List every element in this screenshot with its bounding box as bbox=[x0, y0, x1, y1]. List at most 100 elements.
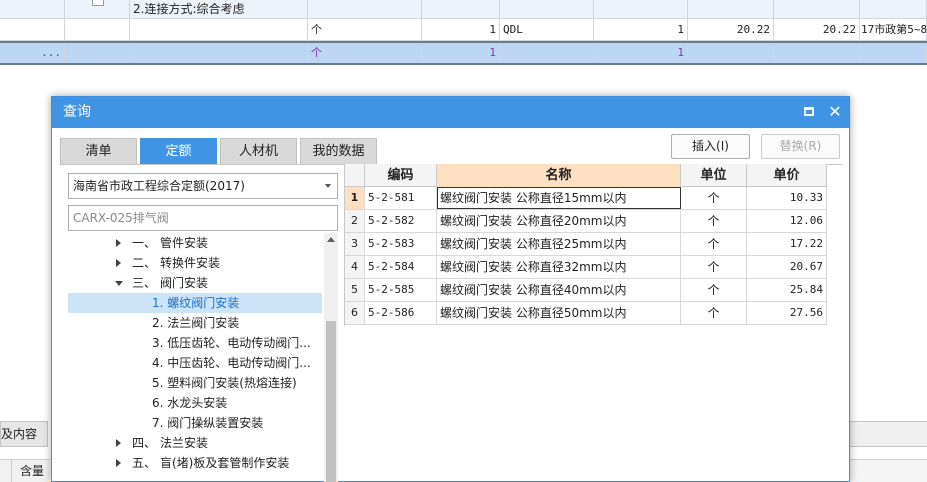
tree-node-label: 7. 阀门操纵装置安装 bbox=[152, 416, 264, 430]
maximize-icon[interactable] bbox=[804, 107, 814, 116]
row-unit[interactable]: 个 bbox=[681, 279, 747, 301]
row-name[interactable]: 螺纹阀门安装 公称直径40mm以内 bbox=[437, 279, 681, 301]
header-name[interactable]: 名称 bbox=[437, 164, 681, 187]
tree-node-low-pressure-valve[interactable]: 3. 低压齿轮、电动传动阀门... bbox=[68, 333, 322, 353]
row-name[interactable]: 螺纹阀门安装 公称直径32mm以内 bbox=[437, 256, 681, 278]
dialog-titlebar[interactable]: 查询 ✕ bbox=[52, 97, 849, 128]
bg-cell bbox=[500, 43, 594, 63]
tree-node-pipe-fittings[interactable]: 一、 管件安装 bbox=[68, 233, 322, 253]
replace-button[interactable]: 替换(R) bbox=[761, 134, 840, 159]
bg-cell bbox=[65, 19, 130, 40]
background-row[interactable]: 2.连接方式:综合考虑 bbox=[0, 0, 927, 19]
row-unit[interactable]: 个 bbox=[681, 302, 747, 324]
tab-my-data[interactable]: 我的数据 bbox=[300, 138, 377, 164]
row-code[interactable]: 5-2-583 bbox=[365, 233, 437, 255]
bg-note: 17市政第5~8 bbox=[860, 19, 927, 40]
row-unit[interactable]: 个 bbox=[681, 233, 747, 255]
bg-qty: 1 bbox=[422, 43, 500, 63]
row-price[interactable]: 25.84 bbox=[747, 279, 827, 301]
tree-node-valve-operator[interactable]: 7. 阀门操纵装置安装 bbox=[68, 413, 322, 433]
bg-dots[interactable]: ... bbox=[0, 43, 65, 63]
expand-icon[interactable] bbox=[116, 259, 121, 267]
tree-node-threaded-valve[interactable]: 1. 螺纹阀门安装 bbox=[68, 293, 322, 313]
bg-qty2: 1 bbox=[594, 43, 688, 63]
table-row[interactable]: 4 5-2-584 螺纹阀门安装 公称直径32mm以内 个 20.67 bbox=[345, 256, 827, 279]
row-unit[interactable]: 个 bbox=[681, 256, 747, 278]
tree-node-num: 一、 bbox=[132, 236, 157, 250]
row-code[interactable]: 5-2-582 bbox=[365, 210, 437, 232]
tab-labor-material[interactable]: 人材机 bbox=[220, 138, 297, 164]
row-name[interactable]: 螺纹阀门安装 公称直径15mm以内 bbox=[437, 187, 681, 209]
row-price[interactable]: 20.67 bbox=[747, 256, 827, 278]
row-code[interactable]: 5-2-581 bbox=[365, 187, 437, 209]
row-unit[interactable]: 个 bbox=[681, 210, 747, 232]
tab-bill[interactable]: 清单 bbox=[60, 138, 137, 164]
tree-node-valves[interactable]: 三、 阀门安装 bbox=[68, 273, 322, 293]
tree-node-label: 2. 法兰阀门安装 bbox=[152, 316, 240, 330]
row-price[interactable]: 27.56 bbox=[747, 302, 827, 324]
expand-icon[interactable] bbox=[116, 459, 121, 467]
bg-cell bbox=[774, 0, 860, 18]
quota-tree: 一、 管件安装 二、 转换件安装 三、 阀门安装 1. 螺纹阀门安装 2. 法兰… bbox=[68, 233, 324, 482]
tab-quota[interactable]: 定额 bbox=[140, 138, 217, 164]
tree-node-faucet[interactable]: 6. 水龙头安装 bbox=[68, 393, 322, 413]
close-icon[interactable]: ✕ bbox=[826, 101, 844, 123]
tree-node-flange[interactable]: 四、 法兰安装 bbox=[68, 433, 322, 453]
bottom-cell bbox=[0, 460, 12, 482]
header-rownum bbox=[345, 164, 365, 187]
row-code[interactable]: 5-2-584 bbox=[365, 256, 437, 278]
bg-cell bbox=[308, 0, 422, 18]
tree-node-converter[interactable]: 二、 转换件安装 bbox=[68, 253, 322, 273]
row-name[interactable]: 螺纹阀门安装 公称直径50mm以内 bbox=[437, 302, 681, 324]
query-dialog: 查询 ✕ 清单 定额 人材机 我的数据 插入(I) 替换(R) 海南省市政工程综… bbox=[51, 96, 850, 482]
table-row[interactable]: 3 5-2-583 螺纹阀门安装 公称直径25mm以内 个 17.22 bbox=[345, 233, 827, 256]
tree-node-num: 三、 bbox=[132, 276, 157, 290]
expand-icon[interactable] bbox=[116, 239, 121, 247]
row-price[interactable]: 17.22 bbox=[747, 233, 827, 255]
bg-price: 20.22 bbox=[688, 19, 774, 40]
bg-unit: 个 bbox=[308, 43, 422, 63]
bottom-header-row: 含量 bbox=[0, 459, 50, 482]
tree-scrollbar[interactable] bbox=[324, 233, 338, 482]
header-unit[interactable]: 单位 bbox=[681, 164, 747, 187]
table-row[interactable]: 6 5-2-586 螺纹阀门安装 公称直径50mm以内 个 27.56 bbox=[345, 302, 827, 325]
table-row[interactable]: 2 5-2-582 螺纹阀门安装 公称直径20mm以内 个 12.06 bbox=[345, 210, 827, 233]
tree-node-blind-plate[interactable]: 五、 盲(堵)板及套管制作安装 bbox=[68, 453, 322, 473]
background-row[interactable]: 个 1 QDL 1 20.22 20.22 17市政第5~8 bbox=[0, 19, 927, 41]
scroll-thumb[interactable] bbox=[326, 321, 336, 482]
bottom-tab-label: 及内容 bbox=[1, 427, 38, 441]
search-input[interactable]: CARX-025排气阀 bbox=[68, 205, 338, 231]
bottom-tab[interactable]: 及内容 bbox=[0, 421, 48, 447]
table-row[interactable]: 1 5-2-581 螺纹阀门安装 公称直径15mm以内 个 10.33 bbox=[345, 187, 827, 210]
quota-library-select[interactable]: 海南省市政工程综合定额(2017) bbox=[68, 173, 338, 199]
tree-node-mid-pressure-valve[interactable]: 4. 中压齿轮、电动传动阀门... bbox=[68, 353, 322, 373]
row-code[interactable]: 5-2-586 bbox=[365, 302, 437, 324]
bottom-tabbar-right bbox=[850, 421, 927, 447]
row-code[interactable]: 5-2-585 bbox=[365, 279, 437, 301]
row-name[interactable]: 螺纹阀门安装 公称直径25mm以内 bbox=[437, 233, 681, 255]
insert-button[interactable]: 插入(I) bbox=[671, 134, 750, 159]
table-row[interactable]: 5 5-2-585 螺纹阀门安装 公称直径40mm以内 个 25.84 bbox=[345, 279, 827, 302]
bg-cell bbox=[688, 0, 774, 18]
collapse-icon[interactable] bbox=[115, 281, 123, 286]
tree-node-plastic-valve[interactable]: 5. 塑料阀门安装(热熔连接) bbox=[68, 373, 322, 393]
header-price[interactable]: 单价 bbox=[747, 164, 827, 187]
bg-cell bbox=[65, 0, 130, 18]
row-name[interactable]: 螺纹阀门安装 公称直径20mm以内 bbox=[437, 210, 681, 232]
row-price[interactable]: 12.06 bbox=[747, 210, 827, 232]
row-unit[interactable]: 个 bbox=[681, 187, 747, 209]
tree-node-label: 管件安装 bbox=[160, 236, 209, 250]
tree-node-flange-valve[interactable]: 2. 法兰阀门安装 bbox=[68, 313, 322, 333]
scroll-up-icon[interactable] bbox=[327, 237, 335, 242]
bg-cell bbox=[688, 43, 774, 63]
background-grid: 2.连接方式:综合考虑 个 1 QDL 1 20.22 20.22 17市政第5… bbox=[0, 0, 927, 66]
expand-icon[interactable] bbox=[116, 439, 121, 447]
tree-node-label: 1. 螺纹阀门安装 bbox=[152, 296, 240, 310]
header-code[interactable]: 编码 bbox=[365, 164, 437, 187]
row-number: 4 bbox=[345, 256, 365, 278]
row-price[interactable]: 10.33 bbox=[747, 187, 827, 209]
background-row-selected[interactable]: ... 个 1 1 bbox=[0, 41, 927, 65]
bottom-header-right bbox=[850, 459, 927, 482]
bg-cell bbox=[594, 0, 688, 18]
tree-node-label: 法兰安装 bbox=[160, 436, 209, 450]
